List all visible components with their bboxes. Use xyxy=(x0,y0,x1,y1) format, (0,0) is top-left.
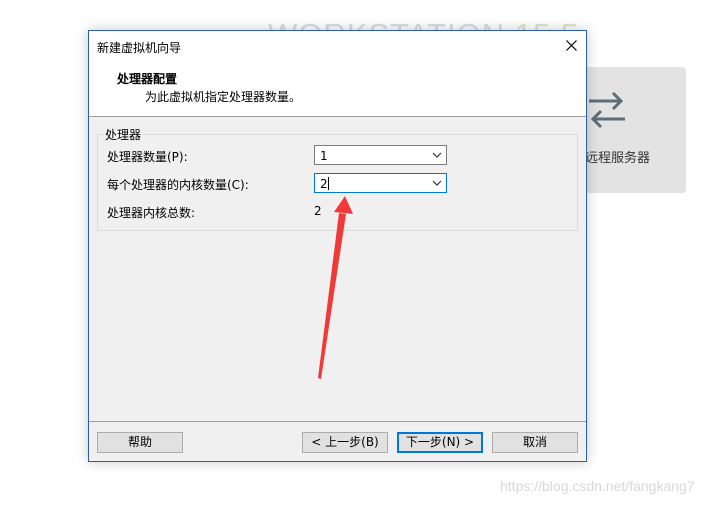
wizard-header: 处理器配置 为此虚拟机指定处理器数量。 xyxy=(89,60,586,117)
remote-server-label: 远程服务器 xyxy=(585,151,651,166)
back-button[interactable]: < 上一步(B) xyxy=(302,432,388,453)
text-caret xyxy=(328,177,329,190)
watermark-text: https://blog.csdn.net/fangkang7 xyxy=(500,478,695,494)
cancel-button[interactable]: 取消 xyxy=(492,432,578,453)
dialog-titlebar: 新建虚拟机向导 xyxy=(89,31,586,60)
dialog-title: 新建虚拟机向导 xyxy=(97,41,182,55)
help-button[interactable]: 帮助 xyxy=(97,432,183,453)
page-subtitle: 为此虚拟机指定处理器数量。 xyxy=(145,90,302,104)
cores-per-processor-select[interactable]: 2 xyxy=(314,173,447,193)
chevron-down-icon xyxy=(432,180,442,186)
total-cores-value: 2 xyxy=(314,204,322,218)
close-icon xyxy=(565,40,577,51)
page-title: 处理器配置 xyxy=(117,72,178,86)
close-button[interactable] xyxy=(556,31,586,60)
total-cores-label: 处理器内核总数: xyxy=(107,206,196,220)
cores-per-processor-value: 2 xyxy=(320,177,328,191)
cores-per-processor-label: 每个处理器的内核数量(C): xyxy=(107,178,249,192)
processor-count-label: 处理器数量(P): xyxy=(107,150,188,164)
new-vm-wizard-dialog: 新建虚拟机向导 处理器配置 为此虚拟机指定处理器数量。 处理器 处理器数量(P)… xyxy=(88,30,587,462)
transfer-arrows-icon xyxy=(589,91,625,129)
chevron-down-icon xyxy=(432,152,442,158)
footer-divider xyxy=(89,421,586,422)
processor-count-value: 1 xyxy=(320,149,328,163)
next-button[interactable]: 下一步(N) > xyxy=(397,432,483,453)
processor-group-label: 处理器 xyxy=(103,126,144,143)
processor-count-select[interactable]: 1 xyxy=(314,145,447,165)
